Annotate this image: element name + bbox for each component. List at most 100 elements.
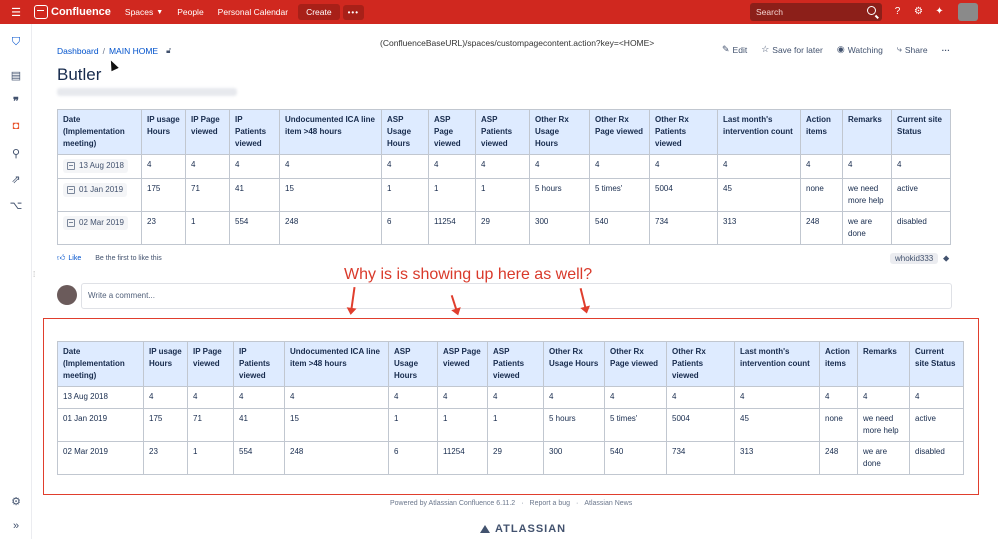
- table-cell: 41: [233, 408, 285, 442]
- table-cell: we are done: [857, 441, 910, 475]
- data-table-duplicate: Date (Implementation meeting) IP usage H…: [57, 341, 964, 475]
- comment-box: Write a comment...: [57, 283, 952, 309]
- table-cell: 5004: [649, 178, 718, 212]
- table-header: Last month's intervention count: [717, 109, 801, 155]
- office-icon[interactable]: ◘: [8, 118, 24, 134]
- blog-icon[interactable]: ❞: [8, 94, 24, 110]
- table-cell: 540: [604, 441, 667, 475]
- table-header: Action items: [800, 109, 843, 155]
- space-logo-icon[interactable]: ⛉: [8, 34, 24, 50]
- table-cell: 4: [229, 154, 280, 179]
- sidebar-splitter[interactable]: ⁞: [33, 270, 35, 279]
- table-cell: 4: [187, 386, 234, 409]
- table-cell: 6: [381, 211, 429, 245]
- date-lozenge[interactable]: 01 Jan 2019: [63, 183, 128, 197]
- label-tag[interactable]: whokid333: [890, 253, 939, 264]
- table-cell: 1: [487, 408, 544, 442]
- table-cell: we need more help: [842, 178, 892, 212]
- create-button[interactable]: Create: [298, 4, 340, 20]
- table-cell: 300: [529, 211, 590, 245]
- table-cell: 734: [666, 441, 735, 475]
- table-cell: 4: [543, 386, 605, 409]
- table-cell: 4: [475, 154, 530, 179]
- top-icons: ? ⚙ ✦: [890, 4, 947, 19]
- notifications-icon[interactable]: ✦: [932, 4, 947, 19]
- more-create-button[interactable]: •••: [342, 4, 364, 20]
- atlassian-news-link[interactable]: Atlassian News: [584, 500, 632, 507]
- pages-icon[interactable]: ▤: [8, 68, 24, 84]
- table-header: IP Patients viewed: [229, 109, 280, 155]
- help-icon[interactable]: ?: [890, 4, 905, 19]
- shortcut-link-icon[interactable]: ⇗: [8, 172, 24, 188]
- expand-sidebar-icon[interactable]: »: [8, 518, 24, 534]
- calendar-icon: [67, 186, 75, 194]
- like-button[interactable]: 👍︎ Like: [57, 253, 81, 263]
- more-actions-icon[interactable]: ···: [942, 44, 951, 55]
- nav-spaces[interactable]: Spaces ▼: [125, 7, 163, 17]
- table-cell: 300: [543, 441, 605, 475]
- table-row: 02 Mar 2019 23 1 554 248 6 11254 29 300 …: [57, 211, 951, 245]
- table-cell: 248: [819, 441, 858, 475]
- comment-avatar: [57, 285, 77, 305]
- table-cell: 5 hours: [543, 408, 605, 442]
- comment-input[interactable]: Write a comment...: [81, 283, 952, 309]
- table-cell: 4: [649, 154, 718, 179]
- table-cell: 23: [143, 441, 188, 475]
- table-cell: active: [891, 178, 951, 212]
- nav-personal-calendar[interactable]: Personal Calendar: [218, 7, 288, 17]
- table-cell: 248: [284, 441, 389, 475]
- table-header: ASP Usage Hours: [381, 109, 429, 155]
- table-cell: 01 Jan 2019: [57, 408, 144, 442]
- breadcrumb-main-home[interactable]: MAIN HOME: [109, 46, 158, 56]
- table-cell: 4: [381, 154, 429, 179]
- table-header: ASP Patients viewed: [487, 341, 544, 387]
- table-cell: 554: [233, 441, 285, 475]
- table-header: Action items: [819, 341, 858, 387]
- table-header: Undocumented ICA line item >48 hours: [279, 109, 382, 155]
- footer: Powered by Atlassian Confluence 6.11.2 ·…: [390, 500, 633, 507]
- table-cell: 15: [284, 408, 389, 442]
- table-cell: 313: [717, 211, 801, 245]
- table-cell: 4: [388, 386, 438, 409]
- user-avatar[interactable]: [958, 3, 978, 21]
- date-lozenge[interactable]: 02 Mar 2019: [63, 216, 128, 230]
- footer-powered-by: Powered by Atlassian Confluence 6.11.2: [390, 500, 516, 507]
- table-cell: 4: [233, 386, 285, 409]
- table-cell: 4: [529, 154, 590, 179]
- confluence-logo[interactable]: Confluence: [34, 5, 111, 19]
- unlock-icon[interactable]: 🔓︎: [166, 46, 171, 56]
- watching-button[interactable]: ◉ Watching: [837, 44, 883, 55]
- table-cell: 4: [284, 386, 389, 409]
- table-header: ASP Usage Hours: [388, 341, 438, 387]
- table-header: Current site Status: [891, 109, 951, 155]
- pencil-icon: ✎: [722, 44, 730, 54]
- save-for-later-button[interactable]: ☆ Save for later: [761, 44, 823, 55]
- page-metadata-blurred: [57, 88, 237, 96]
- table-cell: 4: [185, 154, 230, 179]
- report-bug-link[interactable]: Report a bug: [530, 500, 570, 507]
- tree-icon[interactable]: ⌥: [8, 198, 24, 214]
- thumbs-up-icon: 👍︎: [57, 253, 66, 262]
- table-header: Other Rx Patients viewed: [649, 109, 718, 155]
- table-cell: 5 hours: [529, 178, 590, 212]
- menu-icon[interactable]: ☰: [6, 6, 26, 19]
- workflow-icon[interactable]: ⚲: [8, 146, 24, 162]
- gear-icon[interactable]: ⚙: [911, 4, 926, 19]
- table-header: Other Rx Usage Hours: [543, 341, 605, 387]
- edit-button[interactable]: ✎ Edit: [722, 44, 747, 55]
- tag-icon[interactable]: ⬥: [943, 253, 949, 264]
- table-cell: 45: [717, 178, 801, 212]
- table-cell: 1: [388, 408, 438, 442]
- table-header: IP usage Hours: [141, 109, 186, 155]
- breadcrumb-dashboard[interactable]: Dashboard: [57, 46, 99, 56]
- search-input[interactable]: Search: [750, 3, 882, 21]
- share-button[interactable]: ⤷ Share: [897, 44, 928, 55]
- table-header-row: Date (Implementation meeting) IP usage H…: [57, 109, 951, 155]
- nav-people[interactable]: People: [177, 7, 203, 17]
- table-cell: 11254: [437, 441, 488, 475]
- table-header: ASP Patients viewed: [475, 109, 530, 155]
- date-lozenge[interactable]: 13 Aug 2018: [63, 159, 128, 173]
- space-settings-icon[interactable]: ⚙: [8, 494, 24, 510]
- table-cell: 313: [734, 441, 820, 475]
- page-title: Butler: [57, 65, 102, 84]
